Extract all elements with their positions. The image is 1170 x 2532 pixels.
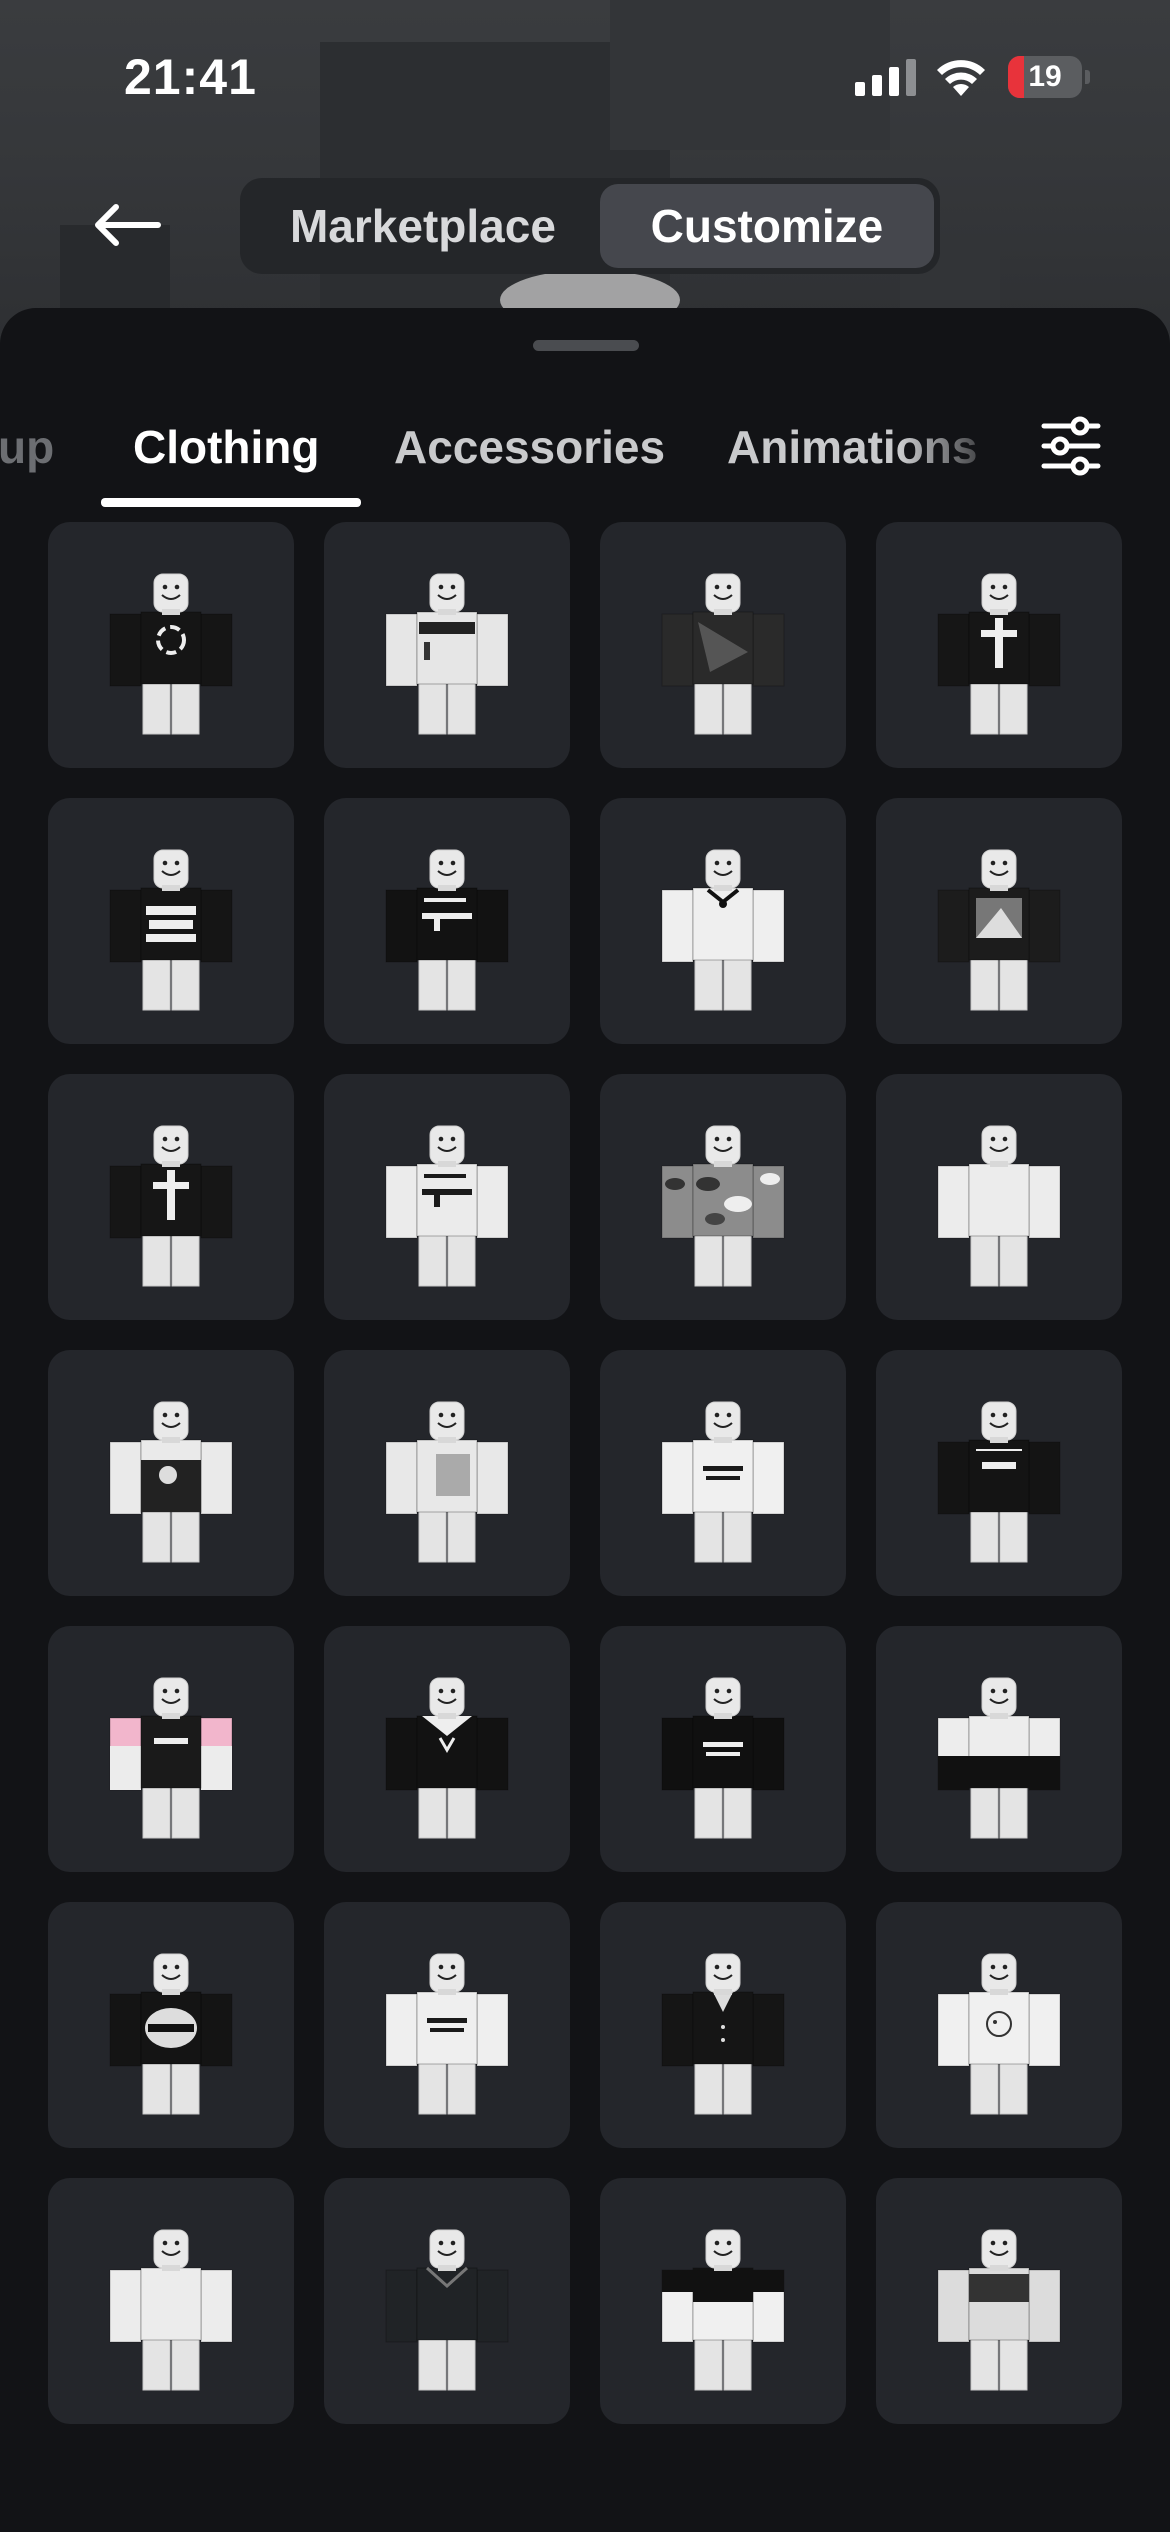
avatar-thumbnail-icon — [385, 1125, 509, 1287]
avatar-thumbnail-icon — [385, 573, 509, 735]
tab-accessories[interactable]: Accessories — [394, 420, 665, 474]
clothing-item-card[interactable] — [876, 1626, 1122, 1872]
avatar-thumbnail-icon — [661, 1125, 785, 1287]
clothing-item-card[interactable] — [324, 1350, 570, 1596]
clothing-item-card[interactable] — [600, 1350, 846, 1596]
clothing-item-card[interactable] — [876, 1902, 1122, 2148]
clothing-item-card[interactable] — [48, 1074, 294, 1320]
clothing-item-card[interactable] — [48, 1626, 294, 1872]
tab-group[interactable]: up — [0, 420, 54, 474]
clothing-item-card[interactable] — [876, 2178, 1122, 2424]
clothing-grid — [48, 522, 1122, 2424]
avatar-thumbnail-icon — [109, 1953, 233, 2115]
avatar-thumbnail-icon — [661, 1677, 785, 1839]
clothing-item-card[interactable] — [876, 522, 1122, 768]
arrow-left-icon[interactable] — [88, 195, 164, 255]
avatar-thumbnail-icon — [385, 2229, 509, 2391]
avatar-thumbnail-icon — [661, 849, 785, 1011]
clothing-item-card[interactable] — [48, 2178, 294, 2424]
avatar-thumbnail-icon — [937, 2229, 1061, 2391]
avatar-thumbnail-icon — [937, 1677, 1061, 1839]
clothing-item-card[interactable] — [600, 1074, 846, 1320]
clothing-item-card[interactable] — [600, 2178, 846, 2424]
status-time: 21:41 — [124, 49, 257, 105]
battery-level: 19 — [1028, 60, 1062, 93]
clothing-item-card[interactable] — [48, 1902, 294, 2148]
inventory-sheet: up Clothing Accessories Animations — [0, 308, 1170, 2532]
avatar-thumbnail-icon — [661, 2229, 785, 2391]
category-tabs: up Clothing Accessories Animations — [0, 396, 1170, 516]
avatar-thumbnail-icon — [385, 849, 509, 1011]
avatar-thumbnail-icon — [385, 1677, 509, 1839]
clothing-item-card[interactable] — [600, 798, 846, 1044]
sheet-drag-handle[interactable] — [533, 340, 639, 351]
avatar-thumbnail-icon — [937, 849, 1061, 1011]
avatar-thumbnail-icon — [661, 573, 785, 735]
clothing-item-card[interactable] — [600, 1902, 846, 2148]
segment-customize[interactable]: Customize — [599, 184, 934, 268]
avatar-thumbnail-icon — [661, 1953, 785, 2115]
clothing-item-card[interactable] — [876, 1350, 1122, 1596]
clothing-item-card[interactable] — [876, 798, 1122, 1044]
battery-icon: 19 — [1008, 56, 1082, 98]
clothing-item-card[interactable] — [876, 1074, 1122, 1320]
avatar-thumbnail-icon — [109, 2229, 233, 2391]
clothing-item-card[interactable] — [48, 522, 294, 768]
avatar-thumbnail-icon — [661, 1401, 785, 1563]
avatar-thumbnail-icon — [937, 1953, 1061, 2115]
avatar-thumbnail-icon — [109, 849, 233, 1011]
cellular-signal-icon — [855, 58, 916, 96]
avatar-thumbnail-icon — [937, 1125, 1061, 1287]
avatar-thumbnail-icon — [385, 1953, 509, 2115]
clothing-item-card[interactable] — [324, 2178, 570, 2424]
mode-segmented-control: Marketplace Customize — [240, 178, 940, 274]
clothing-item-card[interactable] — [324, 1074, 570, 1320]
avatar-thumbnail-icon — [385, 1401, 509, 1563]
wifi-icon — [937, 60, 985, 96]
battery-tip — [1085, 70, 1090, 84]
avatar-thumbnail-icon — [109, 1401, 233, 1563]
tabs-fade-overlay — [900, 396, 1010, 506]
clothing-item-card[interactable] — [48, 798, 294, 1044]
avatar-thumbnail-icon — [109, 1125, 233, 1287]
tab-clothing[interactable]: Clothing — [133, 420, 320, 474]
avatar-thumbnail-icon — [109, 1677, 233, 1839]
avatar-thumbnail-icon — [937, 1401, 1061, 1563]
avatar-thumbnail-icon — [937, 573, 1061, 735]
avatar-thumbnail-icon — [109, 573, 233, 735]
clothing-item-card[interactable] — [600, 522, 846, 768]
clothing-item-card[interactable] — [324, 522, 570, 768]
clothing-item-card[interactable] — [324, 1626, 570, 1872]
active-tab-indicator — [101, 498, 361, 507]
clothing-item-card[interactable] — [324, 1902, 570, 2148]
sliders-filter-icon[interactable] — [1040, 416, 1102, 476]
clothing-item-card[interactable] — [48, 1350, 294, 1596]
clothing-item-card[interactable] — [600, 1626, 846, 1872]
clothing-item-card[interactable] — [324, 798, 570, 1044]
segment-marketplace[interactable]: Marketplace — [246, 184, 600, 268]
status-bar: 21:41 19 — [0, 0, 1170, 150]
